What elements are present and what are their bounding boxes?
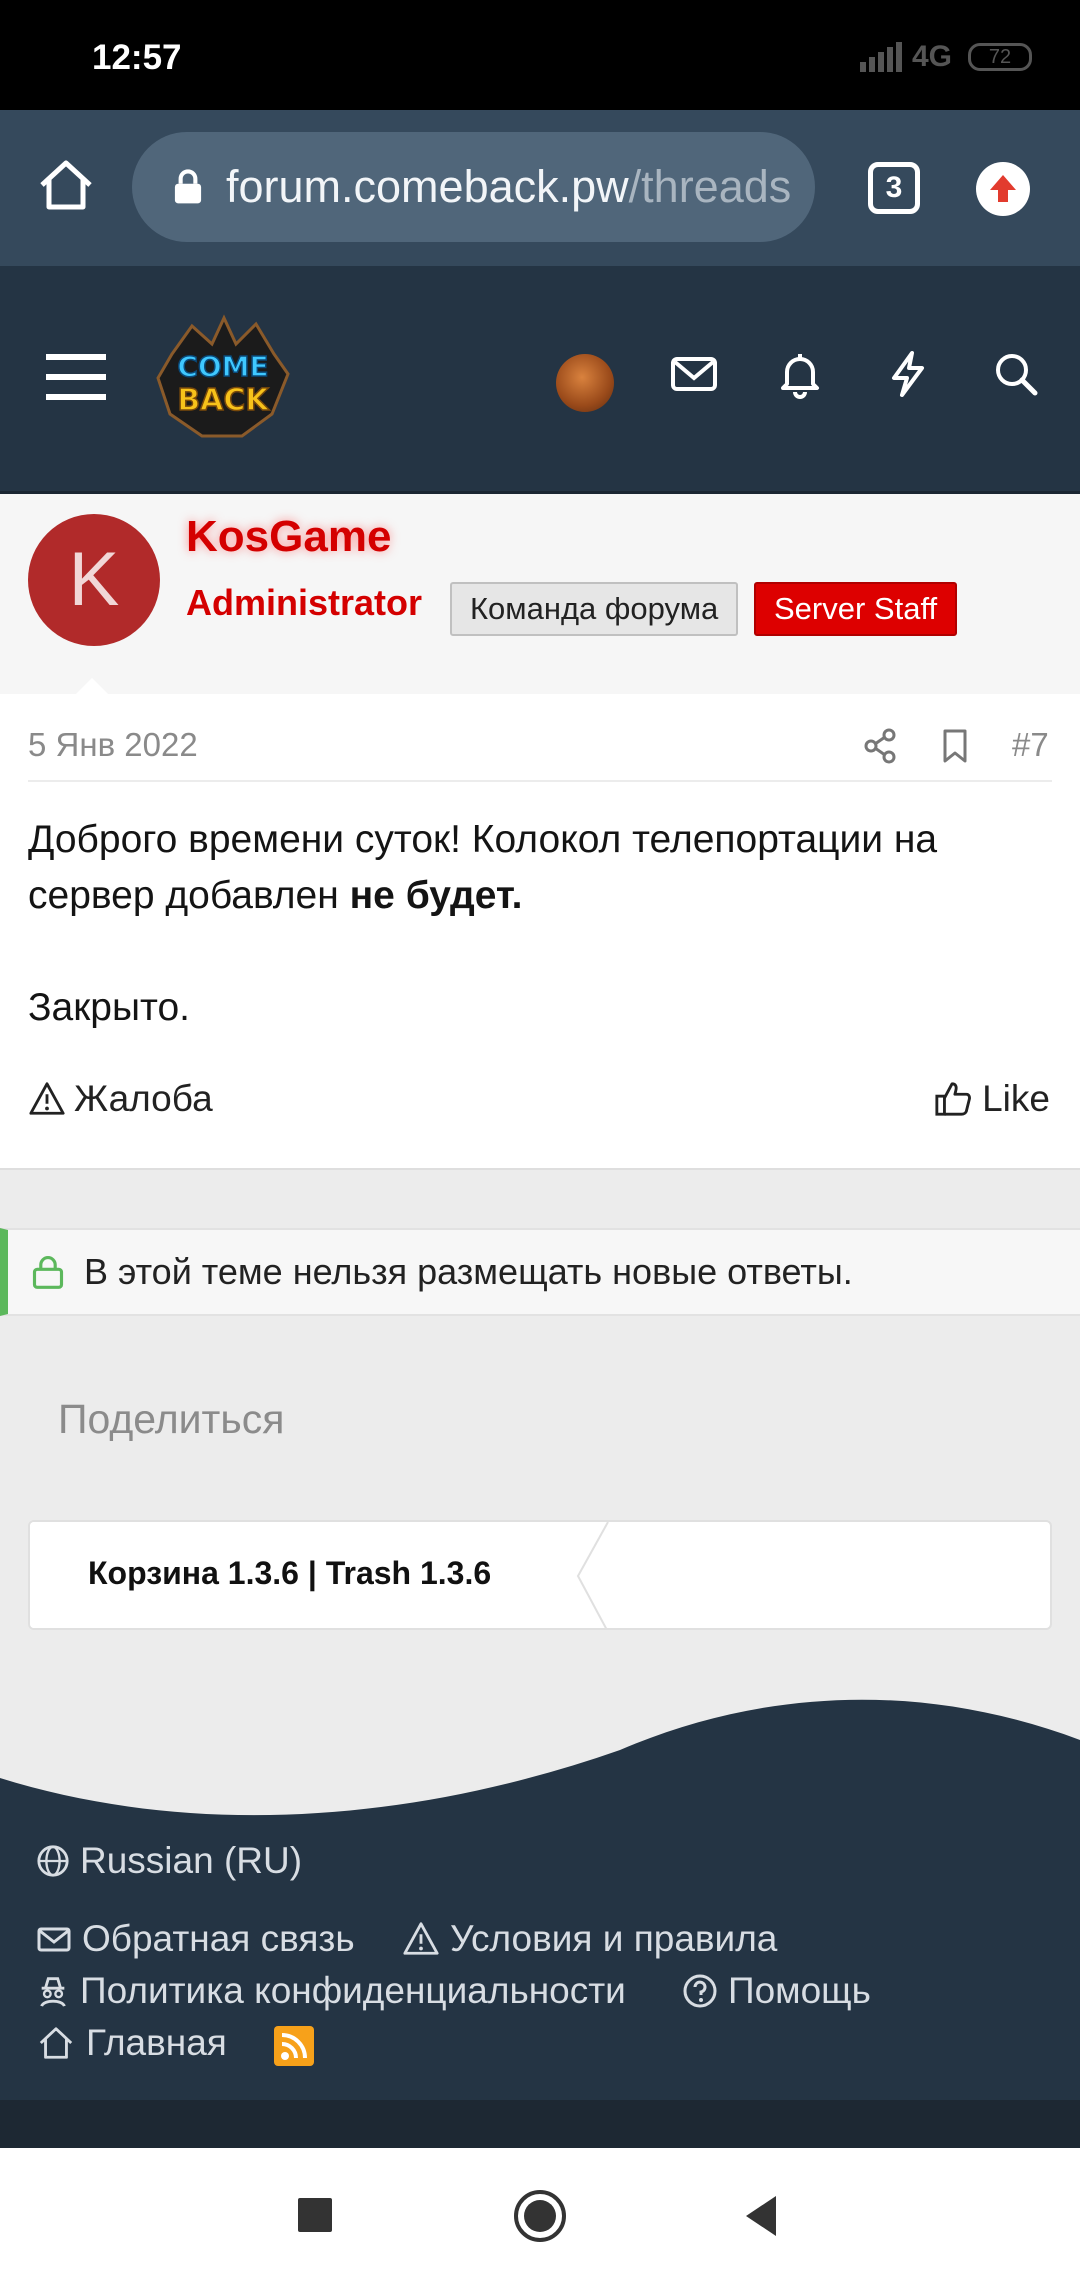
like-label: Like [982, 1078, 1050, 1119]
footer-link-label: Главная [86, 2022, 227, 2063]
language-label: Russian (RU) [80, 1840, 303, 1881]
thread-locked-notice: В этой теме нельзя размещать новые ответ… [0, 1228, 1080, 1316]
report-button[interactable]: Жалоба [28, 1078, 213, 1120]
forum-header: COME BACK [0, 266, 1080, 494]
menu-icon[interactable] [46, 352, 106, 402]
share-icon[interactable] [862, 728, 898, 764]
lock-icon [174, 169, 202, 204]
report-label: Жалоба [74, 1078, 213, 1119]
browser-toolbar: forum.comeback.pw/threads 3 [0, 110, 1080, 266]
rss-icon[interactable] [274, 2026, 314, 2066]
back-icon[interactable] [740, 2192, 784, 2240]
breadcrumb: Корзина 1.3.6 | Trash 1.3.6 [28, 1520, 1052, 1630]
footer-link-label: Условия и правила [450, 1918, 778, 1959]
url-domain: forum.comeback.pw [226, 161, 629, 212]
url-path: /threads [628, 161, 792, 212]
network-type: 4G [911, 40, 952, 73]
author-role: Administrator [186, 582, 423, 623]
like-button[interactable]: Like [934, 1078, 1050, 1120]
tab-count-button[interactable]: 3 [868, 162, 920, 214]
search-icon[interactable] [990, 348, 1042, 400]
status-time: 12:57 [92, 38, 182, 77]
signal-icon [859, 42, 902, 72]
footer-link-privacy[interactable]: Политика конфиденциальности [36, 1970, 626, 2012]
globe-icon [37, 1845, 69, 1877]
divider [28, 780, 1052, 782]
spy-icon [40, 1977, 66, 2007]
thumbs-up-icon [935, 1082, 972, 1116]
help-icon [683, 1974, 717, 2008]
author-name[interactable]: KosGame [186, 512, 391, 562]
bookmark-icon[interactable] [938, 728, 972, 764]
post-text-closed: Закрыто. [28, 986, 190, 1029]
post-content: Доброго времени суток! Колокол телепорта… [28, 812, 1058, 1036]
share-heading: Поделиться [58, 1396, 285, 1442]
site-logo[interactable]: COME BACK [152, 314, 294, 442]
home-icon [39, 2027, 73, 2059]
svg-text:COME: COME [177, 350, 268, 383]
footer-link-home[interactable]: Главная [36, 2022, 227, 2064]
mail-icon[interactable] [668, 348, 720, 400]
lock-icon [32, 1256, 64, 1289]
post-card: 5 Янв 2022 #7 Доброго времени суток! Кол… [0, 694, 1080, 1170]
footer-link-label: Помощь [728, 1970, 871, 2011]
battery-icon: 72 [968, 43, 1032, 71]
system-nav-bar [0, 2148, 1080, 2280]
footer-link-terms[interactable]: Условия и правила [402, 1918, 777, 1960]
badge-server-staff: Server Staff [754, 582, 958, 636]
author-avatar[interactable]: K [28, 514, 160, 646]
footer-link-contact[interactable]: Обратная связь [36, 1918, 355, 1960]
badge-forum-team: Команда форума [450, 582, 739, 636]
breadcrumb-item[interactable]: Корзина 1.3.6 | Trash 1.3.6 [88, 1555, 491, 1592]
status-bar: 12:57 4G 72 [0, 0, 1080, 110]
warning-icon [29, 1082, 65, 1115]
mail-icon [37, 1927, 71, 1952]
post-date[interactable]: 5 Янв 2022 [28, 726, 198, 764]
update-icon[interactable] [976, 162, 1030, 216]
nav-home-icon[interactable] [512, 2188, 568, 2244]
lightning-icon[interactable] [882, 348, 934, 400]
footer-link-help[interactable]: Помощь [682, 1970, 871, 2012]
post-number[interactable]: #7 [1012, 726, 1049, 764]
footer-link-label: Политика конфиденциальности [80, 1970, 626, 2011]
footer: Russian (RU) Обратная связь Условия и пр… [0, 1680, 1080, 2100]
warning-icon [403, 1922, 439, 1955]
footer-link-label: Обратная связь [82, 1918, 355, 1959]
url-bar[interactable]: forum.comeback.pw/threads [132, 132, 815, 242]
svg-text:BACK: BACK [177, 383, 270, 418]
language-selector[interactable]: Russian (RU) [36, 1840, 302, 1882]
home-icon[interactable] [36, 155, 96, 215]
footer-bottom [0, 2100, 1080, 2148]
recents-icon[interactable] [296, 2196, 336, 2236]
notice-text: В этой теме нельзя размещать новые ответ… [84, 1251, 853, 1292]
bell-icon[interactable] [774, 348, 826, 400]
post-text-bold: не будет. [349, 874, 523, 917]
user-avatar[interactable] [556, 354, 614, 412]
post-author-block: K KosGame Administrator Команда форума S… [0, 494, 1080, 700]
